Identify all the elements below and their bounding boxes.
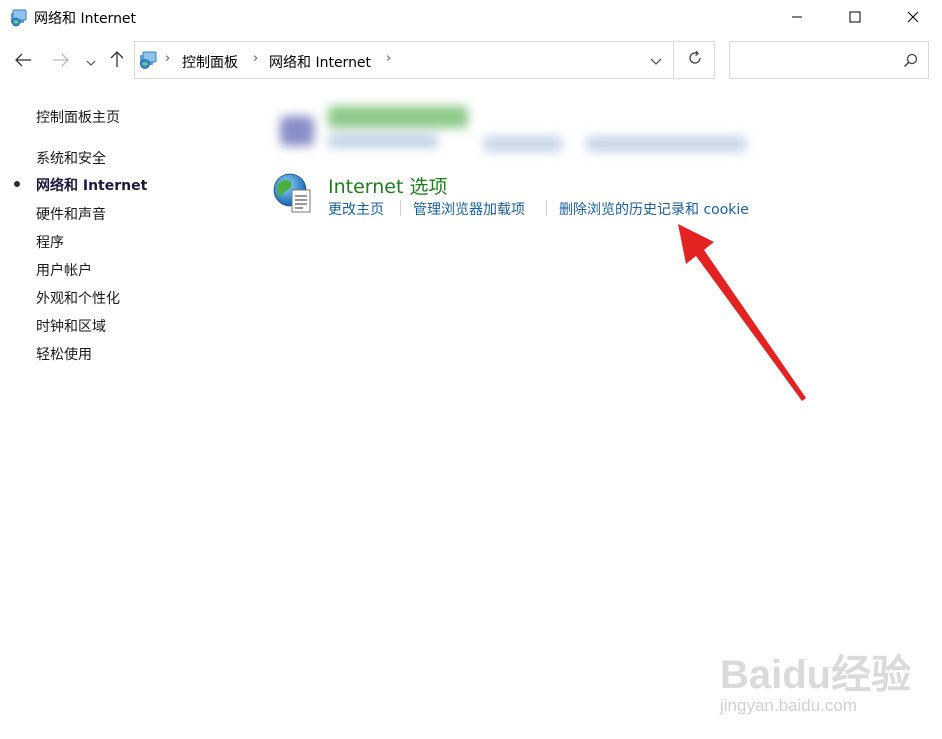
breadcrumb-separator[interactable]: › <box>253 51 258 66</box>
manage-addons-link[interactable]: 管理浏览器加载项 <box>413 199 525 219</box>
sidebar-item-network-internet[interactable]: 网络和 Internet <box>36 175 147 195</box>
search-input[interactable] <box>729 41 929 79</box>
refresh-icon <box>687 50 703 70</box>
change-homepage-link[interactable]: 更改主页 <box>328 199 384 219</box>
arrow-left-icon <box>14 52 32 71</box>
sidebar-item-hardware-sound[interactable]: 硬件和声音 <box>36 204 106 224</box>
baidu-watermark: Baidu经验 jingyan.baidu.com <box>720 636 930 726</box>
network-internet-icon <box>9 7 29 27</box>
sidebar-item-system-security[interactable]: 系统和安全 <box>36 148 106 168</box>
breadcrumb-separator[interactable]: › <box>386 51 391 66</box>
arrow-up-icon <box>110 50 124 72</box>
red-arrow-annotation <box>660 210 820 410</box>
network-internet-icon <box>137 50 159 70</box>
forward-button[interactable] <box>50 50 72 72</box>
close-icon <box>907 8 919 27</box>
watermark-url: jingyan.baidu.com <box>720 696 858 715</box>
refresh-button[interactable] <box>675 41 715 79</box>
breadcrumb-control-panel[interactable]: 控制面板 <box>182 52 238 72</box>
sidebar-item-programs[interactable]: 程序 <box>36 232 64 252</box>
search-icon <box>903 53 918 68</box>
internet-options-title[interactable]: Internet 选项 <box>328 172 447 199</box>
arrow-right-icon <box>52 52 70 71</box>
breadcrumb-separator[interactable]: › <box>165 51 170 66</box>
sidebar-item-ease-of-access[interactable]: 轻松使用 <box>36 344 92 364</box>
sidebar-item-user-accounts[interactable]: 用户帐户 <box>36 260 92 280</box>
blurred-category <box>272 98 762 160</box>
chevron-down-icon[interactable] <box>649 54 663 68</box>
breadcrumb-network-internet[interactable]: 网络和 Internet <box>269 52 371 72</box>
link-divider <box>400 200 401 216</box>
address-bar[interactable]: › 控制面板 › 网络和 Internet › <box>134 41 674 79</box>
close-button[interactable] <box>884 0 942 34</box>
sidebar-item-control-panel-home[interactable]: 控制面板主页 <box>36 107 120 127</box>
sidebar-item-appearance[interactable]: 外观和个性化 <box>36 288 120 308</box>
title-bar: 网络和 Internet <box>0 0 942 34</box>
minimize-button[interactable] <box>768 0 826 34</box>
window-title: 网络和 Internet <box>34 11 137 27</box>
sidebar-item-clock-region[interactable]: 时钟和区域 <box>36 316 106 336</box>
watermark-brand: Baidu经验 <box>720 653 912 697</box>
maximize-button[interactable] <box>826 0 884 34</box>
maximize-icon <box>849 8 861 27</box>
minimize-icon <box>791 8 803 27</box>
link-divider <box>546 200 547 216</box>
back-button[interactable] <box>12 50 34 72</box>
up-button[interactable] <box>106 50 128 72</box>
active-indicator <box>14 181 20 187</box>
chevron-down-icon <box>86 52 96 71</box>
recent-locations-button[interactable] <box>82 50 100 72</box>
internet-options-globe-icon[interactable] <box>272 172 314 214</box>
